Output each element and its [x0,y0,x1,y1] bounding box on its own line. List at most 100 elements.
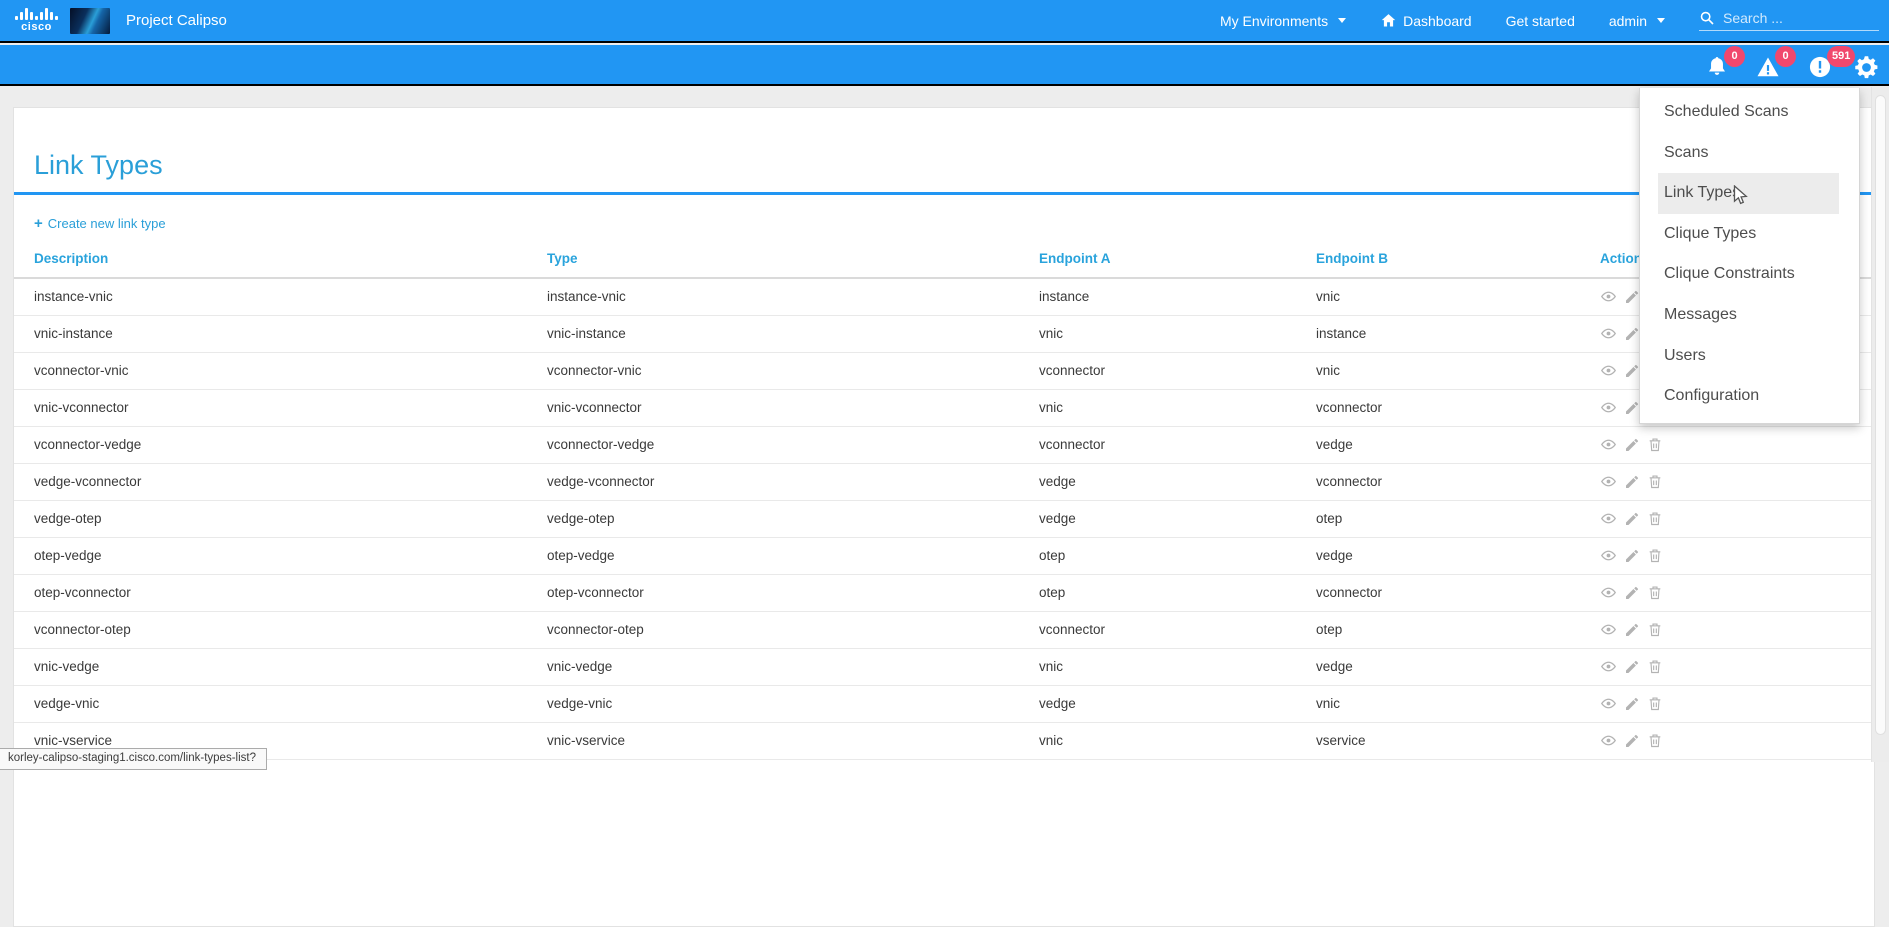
table-cell: vnic [1316,685,1600,722]
menu-item-users[interactable]: Users [1640,336,1859,377]
col-header-description: Description [14,243,547,278]
view-icon[interactable] [1600,288,1617,305]
table-cell: instance-vnic [14,278,547,315]
table-cell-actions [1600,611,1874,648]
delete-trash-icon[interactable] [1647,658,1663,675]
edit-pencil-icon[interactable] [1624,548,1640,564]
view-icon[interactable] [1600,695,1617,712]
table-cell: vedge-vnic [547,685,1039,722]
table-row: vnic-vservicevnic-vservicevnicvservice [14,722,1874,759]
vertical-scrollbar[interactable] [1871,87,1889,762]
table-cell: vedge [1316,426,1600,463]
menu-item-scheduled-scans[interactable]: Scheduled Scans [1640,92,1859,133]
edit-pencil-icon[interactable] [1624,696,1640,712]
view-icon[interactable] [1600,362,1617,379]
delete-trash-icon[interactable] [1647,510,1663,527]
view-icon[interactable] [1600,547,1617,564]
delete-trash-icon[interactable] [1647,621,1663,638]
menu-item-clique-types[interactable]: Clique Types [1640,214,1859,255]
table-row: otep-vconnectorotep-vconnectorotepvconne… [14,574,1874,611]
table-cell-actions [1600,574,1874,611]
table-row: vconnector-vnicvconnector-vnicvconnector… [14,352,1874,389]
view-icon[interactable] [1600,584,1617,601]
edit-pencil-icon[interactable] [1624,474,1640,490]
delete-trash-icon[interactable] [1647,473,1663,490]
menu-item-messages[interactable]: Messages [1640,295,1859,336]
search-input[interactable] [1723,10,1863,26]
view-icon[interactable] [1600,732,1617,749]
brand-group: cisco Project Calipso [15,8,227,34]
errors-badge: 591 [1827,46,1855,67]
table-cell: vservice [1316,722,1600,759]
edit-pencil-icon[interactable] [1624,363,1640,379]
delete-trash-icon[interactable] [1647,547,1663,564]
view-icon[interactable] [1600,399,1617,416]
table-cell: vconnector-otep [14,611,547,648]
menu-item-clique-constraints[interactable]: Clique Constraints [1640,254,1859,295]
table-cell: vnic-vedge [14,648,547,685]
col-header-endpoint-a: Endpoint A [1039,243,1316,278]
delete-trash-icon[interactable] [1647,695,1663,712]
table-cell: vedge [1039,463,1316,500]
edit-pencil-icon[interactable] [1624,400,1640,416]
settings-dropdown-menu: Scheduled ScansScansLink TypesClique Typ… [1639,88,1860,424]
edit-pencil-icon[interactable] [1624,511,1640,527]
table-cell: instance-vnic [547,278,1039,315]
table-cell: otep-vedge [547,537,1039,574]
create-new-link-type-button[interactable]: +Create new link type [34,215,166,232]
table-header-row: Description Type Endpoint A Endpoint B A… [14,243,1874,278]
settings-gear-button[interactable] [1853,54,1879,80]
view-icon[interactable] [1600,473,1617,490]
menu-item-scans[interactable]: Scans [1640,133,1859,174]
table-cell: vnic [1039,648,1316,685]
nav-get-started[interactable]: Get started [1506,13,1575,29]
cisco-wordmark: cisco [21,21,52,33]
table-cell: vedge-vnic [14,685,547,722]
edit-pencil-icon[interactable] [1624,622,1640,638]
delete-trash-icon[interactable] [1647,732,1663,749]
notifications-button[interactable]: 0 [1704,54,1730,80]
top-navbar: cisco Project Calipso My Environments Da… [0,0,1889,43]
errors-button[interactable]: 591 [1807,54,1833,80]
table-cell: vnic-instance [14,315,547,352]
col-header-endpoint-b: Endpoint B [1316,243,1600,278]
table-cell: otep-vconnector [14,574,547,611]
menu-item-configuration[interactable]: Configuration [1640,376,1859,417]
delete-trash-icon[interactable] [1647,584,1663,601]
table-cell: vconnector-vnic [547,352,1039,389]
view-icon[interactable] [1600,325,1617,342]
project-thumbnail-image [70,8,110,34]
edit-pencil-icon[interactable] [1624,733,1640,749]
table-cell: vnic [1039,315,1316,352]
table-cell: vedge [1316,537,1600,574]
table-cell: vconnector [1039,426,1316,463]
view-icon[interactable] [1600,658,1617,675]
search-icon [1699,10,1715,26]
table-row: vedge-vnicvedge-vnicvedgevnic [14,685,1874,722]
nav-my-environments[interactable]: My Environments [1220,13,1346,29]
scrollbar-thumb[interactable] [1875,95,1886,735]
table-cell: otep [1316,500,1600,537]
warnings-button[interactable]: 0 [1755,54,1781,80]
edit-pencil-icon[interactable] [1624,659,1640,675]
edit-pencil-icon[interactable] [1624,585,1640,601]
table-cell: vconnector [1316,389,1600,426]
edit-pencil-icon[interactable] [1624,437,1640,453]
cisco-logo: cisco [15,8,58,33]
edit-pencil-icon[interactable] [1624,289,1640,305]
table-cell-actions [1600,537,1874,574]
table-row: vconnector-vedgevconnector-vedgevconnect… [14,426,1874,463]
view-icon[interactable] [1600,621,1617,638]
title-underline [14,192,1874,195]
col-header-type: Type [547,243,1039,278]
view-icon[interactable] [1600,510,1617,527]
nav-dashboard[interactable]: Dashboard [1380,12,1472,29]
table-cell-actions [1600,463,1874,500]
table-cell: vnic [1316,278,1600,315]
edit-pencil-icon[interactable] [1624,326,1640,342]
view-icon[interactable] [1600,436,1617,453]
delete-trash-icon[interactable] [1647,436,1663,453]
nav-user-admin[interactable]: admin [1609,13,1665,29]
table-cell-actions [1600,685,1874,722]
mouse-cursor-icon [1733,185,1750,212]
